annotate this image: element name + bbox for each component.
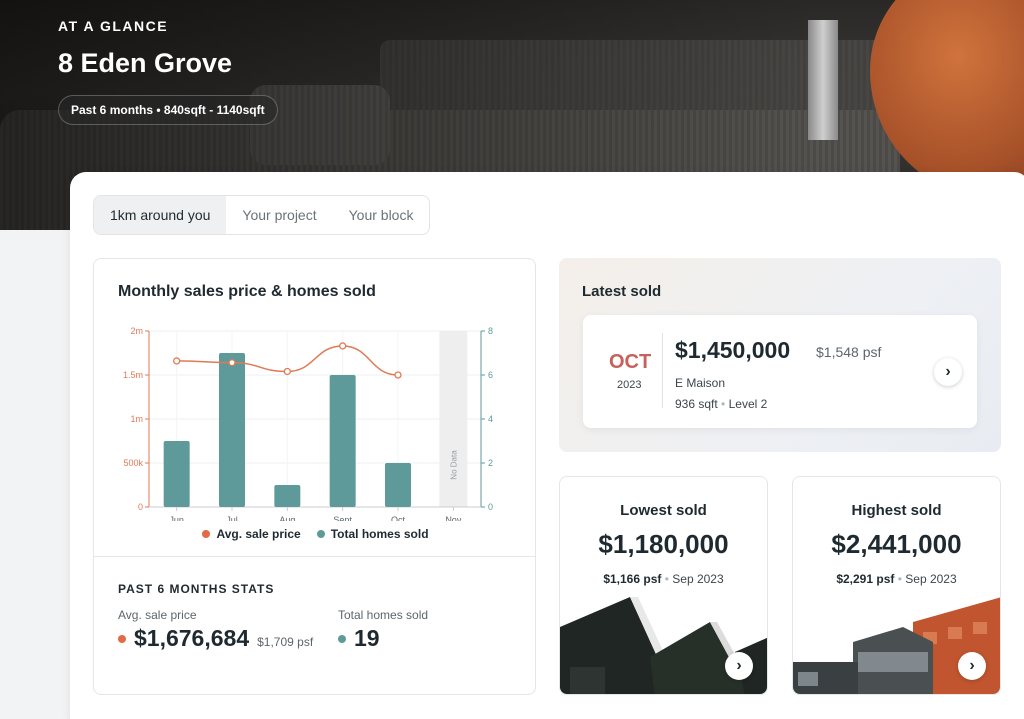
homes-sold-dot bbox=[338, 634, 346, 643]
highest-sold-card[interactable]: Highest sold $2,441,000 $2,291 psf • Sep… bbox=[792, 476, 1001, 695]
separator-dot: • bbox=[721, 397, 729, 411]
tab-your-project[interactable]: Your project bbox=[226, 196, 332, 234]
legend-label-price: Avg. sale price bbox=[216, 527, 301, 541]
latest-sold-card[interactable]: OCT 2023 $1,450,000 $1,548 psf E Maison … bbox=[583, 315, 977, 428]
avg-price-label: Avg. sale price bbox=[118, 608, 197, 622]
bar-homes-sold bbox=[219, 353, 245, 507]
chart-panel: Monthly sales price & homes sold 0 500k 1m… bbox=[93, 258, 536, 695]
highest-sold-image bbox=[793, 597, 1000, 694]
latest-sold-title: Latest sold bbox=[582, 283, 662, 300]
lowest-sold-image bbox=[560, 597, 767, 694]
x-tick-label: Nov bbox=[445, 515, 462, 521]
avg-price-value: $1,676,684 bbox=[134, 625, 250, 651]
latest-sold-divider bbox=[662, 333, 663, 408]
point-avg-price bbox=[228, 359, 236, 367]
at-a-glance-card: 1km around you Your project Your block M… bbox=[70, 172, 1024, 719]
x-tick-label: Aug bbox=[279, 515, 295, 521]
highest-sold-title: Highest sold bbox=[851, 502, 942, 519]
highest-sold-price: $2,441,000 bbox=[831, 529, 962, 559]
y-left-tick-label: 0 bbox=[138, 502, 143, 512]
point-avg-price bbox=[283, 367, 291, 376]
lowest-sold-title: Lowest sold bbox=[620, 502, 707, 519]
point-avg-price bbox=[173, 357, 181, 365]
legend-item-homes: Total homes sold bbox=[316, 527, 429, 541]
lowest-sold-date: Sep 2023 bbox=[672, 572, 724, 586]
y-right-tick-label: 2 bbox=[488, 458, 493, 468]
scope-tabs: 1km around you Your project Your block bbox=[93, 195, 431, 235]
legend-item-price: Avg. sale price bbox=[202, 527, 301, 541]
latest-sold-project: E Maison bbox=[675, 376, 726, 390]
y-left-tick-label: 1.5m bbox=[123, 370, 143, 380]
x-tick-label: Jul bbox=[226, 515, 238, 521]
latest-sold-year: 2023 bbox=[617, 379, 642, 391]
y-right-tick-label: 4 bbox=[488, 414, 493, 424]
latest-sold-psf: $1,548 psf bbox=[816, 344, 882, 360]
legend-label-homes: Total homes sold bbox=[330, 527, 429, 541]
chart-title: Monthly sales price & homes sold bbox=[118, 283, 376, 300]
stats-heading: PAST 6 MONTHS STATS bbox=[118, 582, 275, 596]
chevron-right-icon: › bbox=[736, 657, 742, 674]
highest-sold-arrow-button[interactable]: › bbox=[958, 652, 986, 680]
latest-sold-sqft: 936 sqft bbox=[675, 397, 718, 411]
tab-1km-around-you[interactable]: 1km around you bbox=[94, 196, 227, 234]
hero-eyebrow: AT A GLANCE bbox=[58, 18, 169, 34]
y-right-tick-label: 8 bbox=[488, 326, 493, 336]
homes-sold-stat: 19 bbox=[338, 625, 380, 652]
latest-sold-panel: Latest sold OCT 2023 $1,450,000 $1,548 p… bbox=[559, 258, 1001, 452]
y-left-tick-label: 2m bbox=[130, 326, 143, 336]
latest-sold-level: Level 2 bbox=[728, 397, 768, 411]
point-avg-price bbox=[394, 371, 402, 379]
y-right-tick-label: 0 bbox=[488, 502, 493, 512]
bar-homes-sold bbox=[274, 485, 301, 507]
filter-pill[interactable]: Past 6 months • 840sqft - 1140sqft bbox=[58, 95, 278, 125]
lowest-sold-arrow-button[interactable]: › bbox=[725, 652, 753, 680]
y-left-tick-label: 500k bbox=[123, 458, 143, 468]
highest-sold-meta: $2,291 psf • Sep 2023 bbox=[793, 572, 1000, 586]
stats-divider bbox=[94, 556, 535, 557]
highest-sold-psf: $2,291 psf bbox=[836, 572, 895, 586]
avg-price-stat: $1,676,684 $1,709 psf bbox=[118, 625, 313, 652]
x-tick-label: Oct bbox=[391, 515, 406, 521]
bar-homes-sold bbox=[385, 463, 411, 507]
chevron-right-icon: › bbox=[969, 657, 975, 674]
point-avg-price bbox=[339, 342, 347, 350]
lowest-sold-card[interactable]: Lowest sold $1,180,000 $1,166 psf • Sep … bbox=[559, 476, 768, 695]
latest-sold-arrow-button[interactable]: › bbox=[934, 358, 962, 386]
chart-legend: Avg. sale price Total homes sold bbox=[94, 527, 537, 541]
legend-dot-price bbox=[202, 530, 211, 538]
homes-sold-value: 19 bbox=[354, 625, 380, 651]
bar-homes-sold bbox=[163, 441, 190, 507]
legend-dot-homes bbox=[316, 530, 325, 538]
sales-chart: 0 500k 1m 1.5m 2m 0 2 4 6 8 No Data Jun Jul Aug Sept Oc… bbox=[123, 326, 493, 521]
highest-sold-date: Sep 2023 bbox=[905, 572, 957, 586]
chevron-right-icon: › bbox=[945, 363, 951, 380]
lowest-sold-psf: $1,166 psf bbox=[603, 572, 662, 586]
homes-sold-label: Total homes sold bbox=[338, 608, 429, 622]
tab-your-block[interactable]: Your block bbox=[333, 196, 430, 234]
latest-sold-price: $1,450,000 bbox=[675, 337, 791, 363]
y-left-tick-label: 1m bbox=[130, 414, 143, 424]
latest-sold-month: OCT bbox=[609, 351, 652, 373]
x-tick-label: Jun bbox=[169, 515, 184, 521]
latest-sold-unit: 936 sqft • Level 2 bbox=[675, 397, 767, 411]
avg-price-dot bbox=[118, 634, 126, 643]
lowest-sold-meta: $1,166 psf • Sep 2023 bbox=[560, 572, 767, 586]
y-right-tick-label: 6 bbox=[488, 370, 493, 380]
no-data-label: No Data bbox=[449, 450, 458, 480]
property-address: 8 Eden Grove bbox=[58, 48, 233, 78]
bar-homes-sold bbox=[329, 375, 356, 507]
lowest-sold-price: $1,180,000 bbox=[598, 529, 729, 559]
x-tick-label: Sept bbox=[333, 515, 352, 521]
avg-price-psf: $1,709 psf bbox=[257, 635, 314, 649]
